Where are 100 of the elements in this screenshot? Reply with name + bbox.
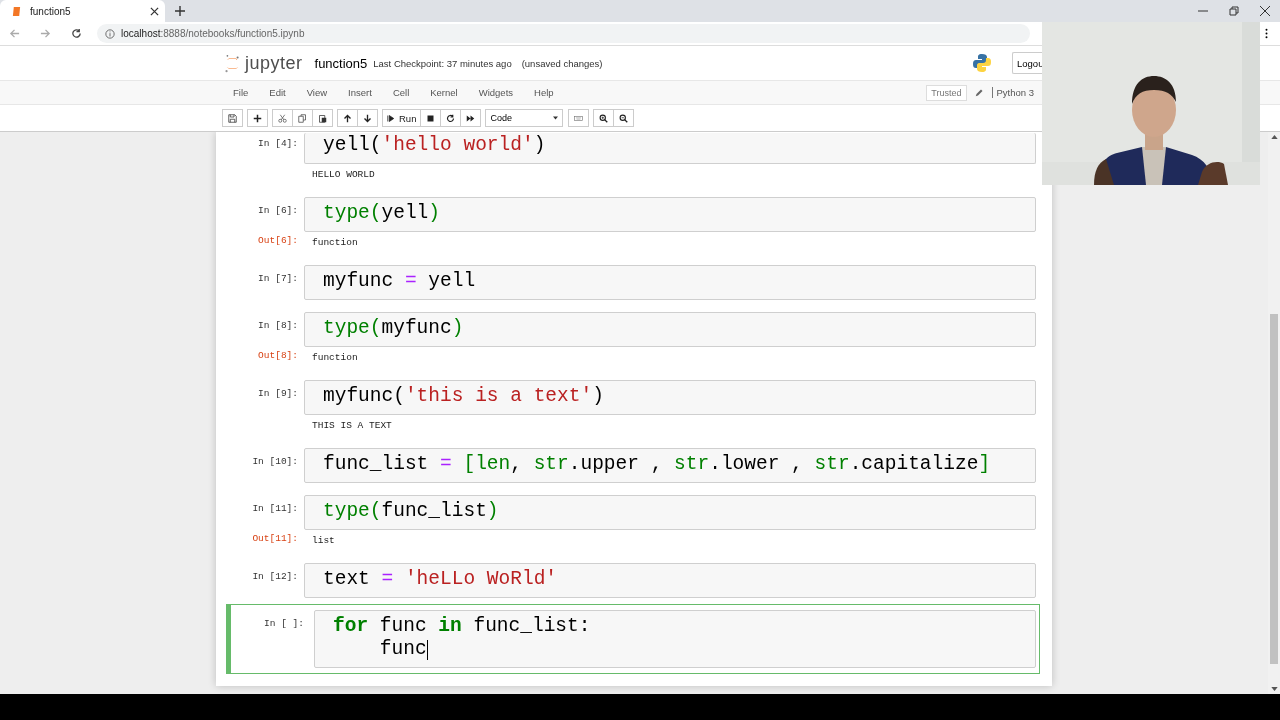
move-up-button[interactable] xyxy=(337,109,358,127)
zoom-out-icon xyxy=(619,113,629,123)
save-button[interactable] xyxy=(222,109,243,127)
code-editor[interactable]: myfunc = yell xyxy=(304,265,1036,300)
paste-icon xyxy=(318,113,327,123)
code-line: text = 'heLLo WoRld' xyxy=(323,568,558,591)
code-editor[interactable]: func_list = [len, str.upper , str.lower , str.capitalize] xyxy=(304,448,1036,483)
code-line: type(func_list) xyxy=(323,500,499,523)
scroll-up-icon[interactable] xyxy=(1270,135,1278,139)
copy-icon xyxy=(298,113,307,123)
code-line: for func in func_list: xyxy=(333,615,591,638)
close-icon[interactable] xyxy=(1260,6,1270,16)
code-editor[interactable]: for func in func_list: func xyxy=(314,610,1036,668)
code-editor[interactable]: text = 'heLLo WoRld' xyxy=(304,563,1036,598)
code-editor[interactable]: type(myfunc) xyxy=(304,312,1036,347)
code-cell[interactable]: In [12]: text = 'heLLo WoRld' xyxy=(216,557,1040,604)
output-prompt: Out[6]: xyxy=(257,234,299,248)
input-prompt: In [6]: xyxy=(257,204,299,218)
code-cell[interactable]: In [7]: myfunc = yell xyxy=(216,259,1040,306)
cut-button[interactable] xyxy=(272,109,293,127)
logout-button[interactable]: Logou xyxy=(1012,52,1042,74)
code-cell[interactable]: In [10]: func_list = [len, str.upper , str.lower , str.capitalize] xyxy=(216,442,1040,489)
cell-output: HELLO WORLD xyxy=(311,168,375,182)
code-cell[interactable]: In [11]: type(func_list) Out[11]: list xyxy=(216,489,1040,557)
menu-item[interactable]: Widgets xyxy=(478,87,514,98)
input-prompt: In [4]: xyxy=(257,137,299,151)
browser-tab[interactable]: function5 xyxy=(0,0,165,22)
zoom-out-button[interactable] xyxy=(613,109,635,127)
input-prompt: In [8]: xyxy=(257,319,299,333)
fast-forward-icon xyxy=(466,113,476,123)
stop-icon xyxy=(426,113,436,123)
code-line: myfunc('this is a text') xyxy=(323,385,604,408)
cell-output: list xyxy=(311,534,335,548)
more-icon[interactable] xyxy=(1265,28,1268,39)
code-editor[interactable]: type(func_list) xyxy=(304,495,1036,530)
code-line: type(yell) xyxy=(323,202,441,225)
zoom-in-icon xyxy=(599,113,609,123)
scroll-down-icon[interactable] xyxy=(1270,687,1278,691)
menu-item[interactable]: Help xyxy=(534,87,554,98)
menu-item[interactable]: View xyxy=(306,87,328,98)
address-bar[interactable]: localhost:8888/notebooks/function5.ipynb xyxy=(97,24,1030,43)
input-prompt: In [7]: xyxy=(257,272,299,286)
code-cell[interactable]: In [8]: type(myfunc) Out[8]: function xyxy=(216,306,1040,374)
kernel-name: Python 3 xyxy=(991,87,1034,98)
zoom-in-button[interactable] xyxy=(593,109,615,127)
move-down-button[interactable] xyxy=(357,109,378,127)
insert-cell-icon xyxy=(253,113,262,123)
notebook-icon xyxy=(12,5,21,17)
code-cell[interactable]: In [6]: type(yell) Out[6]: function xyxy=(216,191,1040,259)
input-prompt: In [11]: xyxy=(251,502,299,516)
menu-item[interactable]: Kernel xyxy=(430,87,458,98)
stop-button[interactable] xyxy=(420,109,442,127)
code-cell[interactable]: In [ ]: for func in func_list: func xyxy=(226,604,1040,674)
cut-icon xyxy=(278,113,287,123)
python-logo xyxy=(972,53,992,73)
keyboard-icon xyxy=(574,113,584,123)
cell-output: THIS IS A TEXT xyxy=(311,419,392,433)
restore-icon[interactable] xyxy=(1229,6,1239,16)
insert-cell-button[interactable] xyxy=(247,109,268,127)
move-down-icon xyxy=(363,113,372,123)
menu-item[interactable]: Cell xyxy=(392,87,410,98)
logo-text[interactable]: jupyter xyxy=(245,52,303,74)
code-cell[interactable]: In [9]: myfunc('this is a text') THIS IS A TEXT xyxy=(216,374,1040,442)
input-prompt: In [12]: xyxy=(251,570,299,584)
menu-item[interactable]: Edit xyxy=(269,87,286,98)
code-line: yell('hello world') xyxy=(323,134,546,157)
plus-icon[interactable] xyxy=(175,6,185,16)
trusted-indicator[interactable]: Trusted xyxy=(926,84,967,101)
code-editor[interactable]: myfunc('this is a text') xyxy=(304,380,1036,415)
scrollbar-thumb[interactable] xyxy=(1270,314,1278,664)
pencil-icon[interactable] xyxy=(974,88,984,97)
cell-type-dropdown[interactable]: Code xyxy=(485,109,564,127)
save-icon xyxy=(228,113,237,123)
info-icon xyxy=(105,28,115,39)
code-editor[interactable]: type(yell) xyxy=(304,197,1036,232)
cell-output: function xyxy=(311,351,358,365)
code-cell[interactable]: In [4]: yell('hello world') HELLO WORLD xyxy=(216,132,1040,191)
code-line: func_list = [len, str.upper , str.lower , str.capitalize] xyxy=(323,453,991,476)
fast-forward-button[interactable] xyxy=(460,109,482,127)
code-line: func xyxy=(378,638,428,661)
cell-output: function xyxy=(311,236,358,250)
code-line: myfunc = yell xyxy=(323,270,476,293)
checkpoint-text: Last Checkpoint: 37 minutes ago xyxy=(373,57,512,69)
move-up-icon xyxy=(343,113,352,123)
run-icon xyxy=(387,113,396,123)
output-prompt: Out[11]: xyxy=(251,532,299,546)
url-text: localhost:8888/notebooks/function5.ipynb xyxy=(121,28,305,39)
paste-button[interactable] xyxy=(312,109,333,127)
menu-item[interactable]: Insert xyxy=(348,87,372,98)
unsaved-changes-text: (unsaved changes) xyxy=(521,57,603,69)
menu-item[interactable]: File xyxy=(233,87,249,98)
notebook-name[interactable]: function5 xyxy=(314,55,368,71)
close-icon[interactable] xyxy=(150,6,159,16)
input-prompt: In [ ]: xyxy=(263,617,305,631)
caret-icon xyxy=(553,116,559,120)
input-prompt: In [9]: xyxy=(257,387,299,401)
code-editor[interactable]: yell('hello world') xyxy=(304,133,1036,164)
reload-icon[interactable] xyxy=(71,28,82,39)
restart-button[interactable] xyxy=(440,109,462,127)
run-button[interactable]: Run xyxy=(382,109,422,127)
